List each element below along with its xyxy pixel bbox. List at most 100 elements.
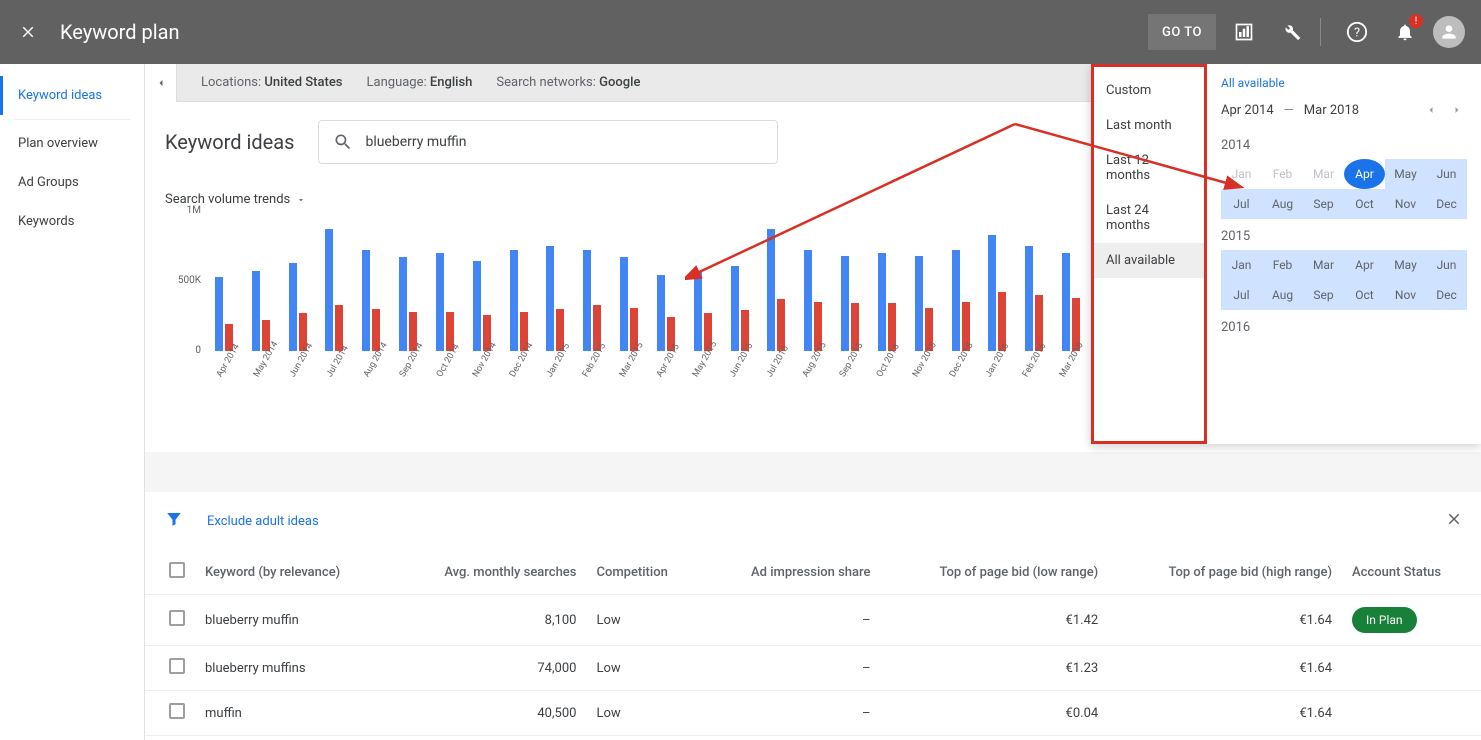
cell-status [1342,691,1481,736]
table-header[interactable]: Top of page bid (high range) [1108,550,1342,595]
exclude-adult-link[interactable]: Exclude adult ideas [207,514,319,529]
cell-avg: 8,100 [393,595,587,646]
date-preset-all-available[interactable]: All available [1094,243,1204,278]
table-row: muffin40,500Low–€0.04€1.64 [145,691,1481,736]
reports-button[interactable] [1224,12,1264,52]
calendar-month[interactable]: Nov [1385,189,1426,219]
app-header: Keyword plan GO TO ? [0,0,1481,64]
row-checkbox[interactable] [169,658,185,674]
bar [362,250,370,351]
calendar-month[interactable]: Dec [1426,280,1467,310]
sidebar-divider [14,119,130,120]
calendar-month[interactable]: Sep [1303,280,1344,310]
select-all-checkbox[interactable] [169,562,185,578]
row-checkbox[interactable] [169,610,185,626]
cell-keyword: blueberry muffin [195,595,393,646]
bar [620,257,628,351]
sidebar-item-keywords[interactable]: Keywords [0,202,144,241]
table-header[interactable]: Avg. monthly searches [393,550,587,595]
sidebar-item-ad-groups[interactable]: Ad Groups [0,163,144,202]
bar [473,261,481,351]
date-preset-last-12-months[interactable]: Last 12 months [1094,143,1204,193]
date-preset-last-month[interactable]: Last month [1094,108,1204,143]
filter-icon [165,510,183,528]
date-calendar: All available Apr 2014 — Mar 2018 2014Ja… [1207,64,1481,444]
cell-comp: Low [586,736,702,740]
bar [583,250,591,351]
cell-imp: – [703,646,881,691]
y-tick: 0 [165,345,201,356]
calendar-month[interactable]: Jan [1221,250,1262,280]
keyword-search[interactable] [318,120,778,164]
filter-row: Exclude adult ideas [145,492,1481,550]
calendar-month[interactable]: Nov [1385,280,1426,310]
cell-comp: Low [586,691,702,736]
bar [878,253,886,351]
cell-status [1342,646,1481,691]
calendar-month[interactable]: Aug [1262,189,1303,219]
table-header[interactable]: Competition [586,550,702,595]
calendar-month[interactable]: Jun [1426,250,1467,280]
row-checkbox[interactable] [169,703,185,719]
date-preset-custom[interactable]: Custom [1094,73,1204,108]
calendar-month[interactable]: Jul [1221,280,1262,310]
table-header[interactable]: Ad impression share [703,550,881,595]
calendar-month[interactable]: Jul [1221,189,1262,219]
calendar-month[interactable]: Sep [1303,189,1344,219]
date-from[interactable]: Apr 2014 [1221,103,1274,118]
cell-avg: 74,000 [393,646,587,691]
sidebar-item-keyword-ideas[interactable]: Keyword ideas [0,76,144,115]
calendar-month[interactable]: May [1385,159,1426,189]
calendar-month[interactable]: Apr [1344,159,1385,189]
table-header[interactable]: Account Status [1342,550,1481,595]
bar [1062,253,1070,351]
calendar-year-label: 2014 [1221,138,1467,153]
search-networks-setting[interactable]: Search networks: Google [496,75,640,90]
calendar-month[interactable]: Aug [1262,280,1303,310]
goto-button[interactable]: GO TO [1148,14,1216,50]
cell-high: €1.64 [1108,646,1342,691]
filter-button[interactable] [165,510,183,532]
calendar-month[interactable]: Jun [1426,159,1467,189]
chevron-right-icon [1451,104,1463,116]
cell-keyword: blueberry muffin recipe [195,736,393,740]
prev-range-button[interactable] [1421,100,1441,120]
cell-avg: 40,500 [393,691,587,736]
date-preset-last-24-months[interactable]: Last 24 months [1094,193,1204,243]
collapse-sidebar-button[interactable] [145,64,177,102]
calendar-year-label: 2015 [1221,229,1467,244]
calendar-month[interactable]: Dec [1426,189,1467,219]
cell-low: €1.42 [880,595,1108,646]
table-header[interactable]: Top of page bid (low range) [880,550,1108,595]
calendar-month[interactable]: Oct [1344,280,1385,310]
calendar-month[interactable]: Apr [1344,250,1385,280]
calendar-month: Jan [1221,159,1262,189]
date-range-row: Apr 2014 — Mar 2018 [1221,100,1467,120]
calendar-month[interactable]: Feb [1262,250,1303,280]
cell-high: €1.64 [1108,595,1342,646]
next-range-button[interactable] [1447,100,1467,120]
table-header-row: Keyword (by relevance)Avg. monthly searc… [145,550,1481,595]
notifications-button[interactable] [1385,12,1425,52]
account-avatar[interactable] [1433,16,1465,48]
bar [731,266,739,351]
tools-button[interactable] [1272,12,1312,52]
calendar-month[interactable]: Oct [1344,189,1385,219]
keyword-search-input[interactable] [365,134,763,150]
close-button[interactable] [16,20,40,44]
cell-avg: 33,100 [393,736,587,740]
close-panel-button[interactable] [1445,510,1463,532]
bar [289,263,297,351]
bar [436,253,444,351]
help-button[interactable]: ? [1337,12,1377,52]
locations-setting[interactable]: Locations: United States [201,75,343,90]
date-to[interactable]: Mar 2018 [1304,103,1359,118]
sidebar-item-plan-overview[interactable]: Plan overview [0,124,144,163]
language-setting[interactable]: Language: English [367,75,473,90]
bar [215,277,223,351]
table-header[interactable]: Keyword (by relevance) [195,550,393,595]
y-tick: 500K [165,275,201,286]
bar [841,256,849,351]
calendar-month[interactable]: May [1385,250,1426,280]
calendar-month[interactable]: Mar [1303,250,1344,280]
